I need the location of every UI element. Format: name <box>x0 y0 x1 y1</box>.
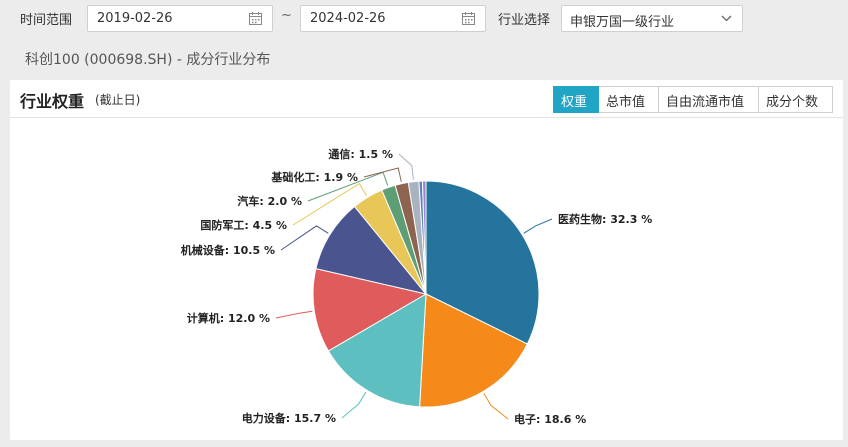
slice-leader-line <box>523 218 553 234</box>
slice-label: 医药生物: 32.3 % <box>558 212 652 226</box>
slice-leader-line <box>483 393 509 420</box>
slice-leader-line <box>363 167 402 182</box>
slice-label: 机械设备: 10.5 % <box>181 243 275 257</box>
slice-leader-line <box>341 391 367 419</box>
slice-label: 基础化工: 1.9 % <box>270 170 358 184</box>
slice-leader-line <box>398 153 414 180</box>
slice-label: 计算机: 12.0 % <box>187 311 270 325</box>
slice-leader-line <box>275 310 313 319</box>
slice-label: 国防军工: 4.5 % <box>200 218 287 232</box>
slice-label: 电子: 18.6 % <box>514 412 586 426</box>
slice-label: 通信: 1.5 % <box>328 147 393 161</box>
slice-label: 电力设备: 15.7 % <box>242 411 336 425</box>
slice-label: 汽车: 2.0 % <box>237 194 302 208</box>
pie-chart: 医药生物: 32.3 % 电子: 18.6 % 电力设备: 15.7 % 计算机: 1… <box>181 147 652 426</box>
slice-leader-line <box>280 225 329 251</box>
